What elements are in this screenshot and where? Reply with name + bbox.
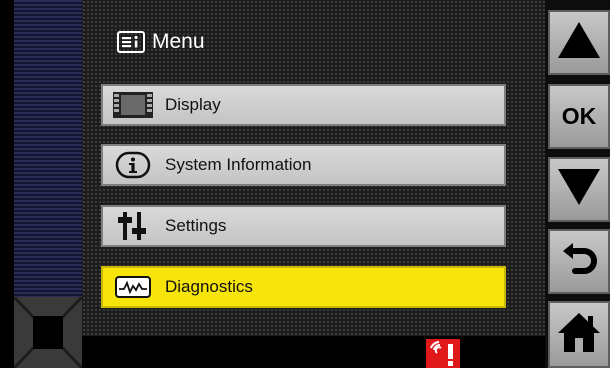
home-icon — [557, 311, 601, 358]
screen: Menu Display System Information Settings… — [0, 0, 610, 368]
up-button[interactable] — [548, 10, 610, 75]
diagnostics-waveform-icon — [109, 272, 157, 302]
left-panel-strip — [14, 0, 83, 297]
menu-item-settings[interactable]: Settings — [101, 205, 506, 247]
menu-item-label: Diagnostics — [165, 277, 253, 296]
ok-button-label: OK — [561, 103, 597, 129]
display-icon — [109, 90, 157, 120]
home-button[interactable] — [548, 301, 610, 368]
alarm-warning-icon — [426, 339, 460, 368]
arrow-up-icon — [558, 22, 600, 63]
status-bar — [82, 336, 545, 368]
settings-sliders-icon — [109, 211, 157, 241]
arrow-down-icon — [558, 169, 600, 210]
menu-item-diagnostics[interactable]: Diagnostics — [101, 266, 506, 308]
menu-item-label: Settings — [165, 216, 227, 235]
info-icon — [109, 150, 157, 180]
menu-info-icon — [117, 31, 145, 53]
menu-item-system-information[interactable]: System Information — [101, 144, 506, 186]
menu-item-display[interactable]: Display — [101, 84, 506, 126]
page-title: Menu — [117, 27, 205, 57]
back-button[interactable] — [548, 229, 610, 294]
back-arrow-icon — [559, 239, 599, 284]
left-corner-decoration — [14, 297, 82, 368]
down-button[interactable] — [548, 157, 610, 222]
page-title-text: Menu — [152, 30, 205, 53]
menu-item-label: System Information — [165, 155, 312, 174]
ok-button[interactable]: OK — [548, 84, 610, 149]
menu-item-label: Display — [165, 95, 221, 114]
